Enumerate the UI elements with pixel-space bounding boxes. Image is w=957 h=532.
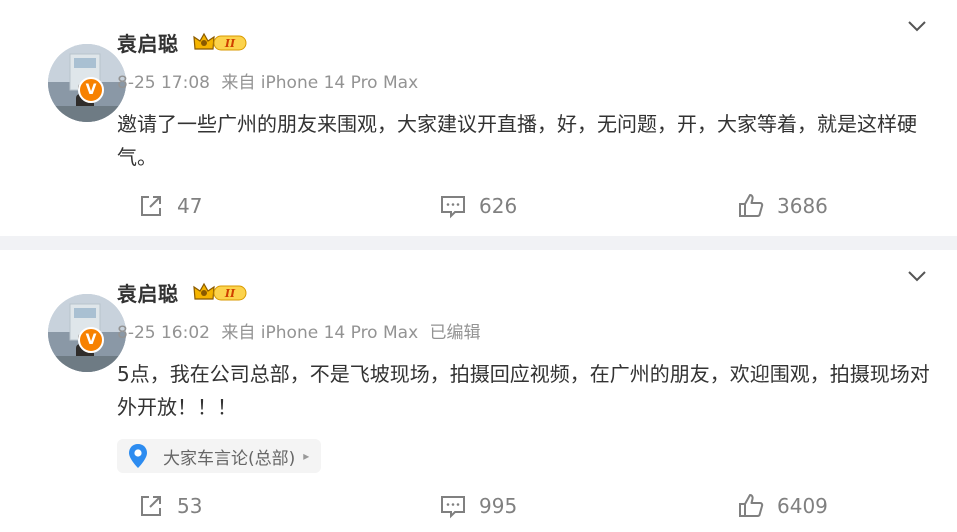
- author-name[interactable]: 袁启聪: [117, 278, 179, 307]
- post-card: V 袁启聪 II 8-25 16:02 来自 iPhone 14 Pro Max…: [0, 250, 957, 532]
- action-bar: 47 626 3686: [0, 190, 957, 222]
- comment-icon: [441, 196, 465, 219]
- comment-count: 995: [479, 494, 518, 518]
- like-count: 6409: [777, 494, 828, 518]
- edited-label[interactable]: 已编辑: [430, 323, 481, 343]
- post-card: V 袁启聪 II 8-25 17:08 来自 iPhone 14 Pro Max…: [0, 0, 957, 236]
- verified-badge: V: [78, 327, 104, 353]
- repost-button[interactable]: 47: [137, 190, 202, 222]
- author-name[interactable]: 袁启聪: [117, 28, 179, 57]
- chevron-down-icon[interactable]: [903, 14, 931, 38]
- like-button[interactable]: 3686: [737, 190, 828, 222]
- vip-level-label: II: [224, 37, 236, 50]
- action-bar: 53 995 6409: [0, 490, 957, 522]
- comment-icon: [441, 496, 465, 519]
- repost-count: 53: [177, 494, 203, 518]
- vip-crown-icon[interactable]: II: [192, 31, 250, 53]
- location-tag[interactable]: 大家车言论(总部) ▸: [117, 439, 322, 473]
- post-source: 来自 iPhone 14 Pro Max: [221, 73, 419, 93]
- comment-button[interactable]: 626: [439, 190, 517, 222]
- repost-button[interactable]: 53: [137, 490, 202, 522]
- post-text: 5点，我在公司总部，不是飞坡现场，拍摄回应视频，在广州的朋友，欢迎围观，拍摄现场…: [117, 362, 930, 419]
- weibo-feed: V 袁启聪 II 8-25 17:08 来自 iPhone 14 Pro Max…: [0, 0, 957, 532]
- location-label: 大家车言论(总部): [163, 448, 296, 469]
- chevron-right-icon: ▸: [303, 449, 310, 463]
- post-text: 邀请了一些广州的朋友来围观，大家建议开直播，好，无问题，开，大家等着，就是这样硬…: [117, 112, 917, 169]
- like-button[interactable]: 6409: [737, 490, 828, 522]
- post-separator: [0, 236, 957, 250]
- like-count: 3686: [777, 194, 828, 218]
- vip-level-label: II: [224, 287, 236, 300]
- chevron-down-icon[interactable]: [903, 264, 931, 288]
- repost-count: 47: [177, 194, 203, 218]
- vip-crown-icon[interactable]: II: [192, 281, 250, 303]
- repost-icon: [141, 196, 161, 216]
- verified-badge: V: [78, 77, 104, 103]
- avatar[interactable]: V: [24, 22, 126, 122]
- post-date[interactable]: 8-25 17:08: [117, 73, 210, 93]
- thumbs-up-icon: [739, 194, 764, 217]
- post-source: 来自 iPhone 14 Pro Max: [221, 323, 419, 343]
- location-pin-icon: [129, 444, 147, 468]
- post-date[interactable]: 8-25 16:02: [117, 323, 210, 343]
- comment-button[interactable]: 995: [439, 490, 517, 522]
- repost-icon: [141, 496, 161, 516]
- post-meta: 8-25 17:08 来自 iPhone 14 Pro Max: [117, 68, 424, 93]
- comment-count: 626: [479, 194, 518, 218]
- avatar[interactable]: V: [24, 272, 126, 372]
- thumbs-up-icon: [739, 494, 764, 517]
- post-meta: 8-25 16:02 来自 iPhone 14 Pro Max 已编辑: [117, 318, 487, 343]
